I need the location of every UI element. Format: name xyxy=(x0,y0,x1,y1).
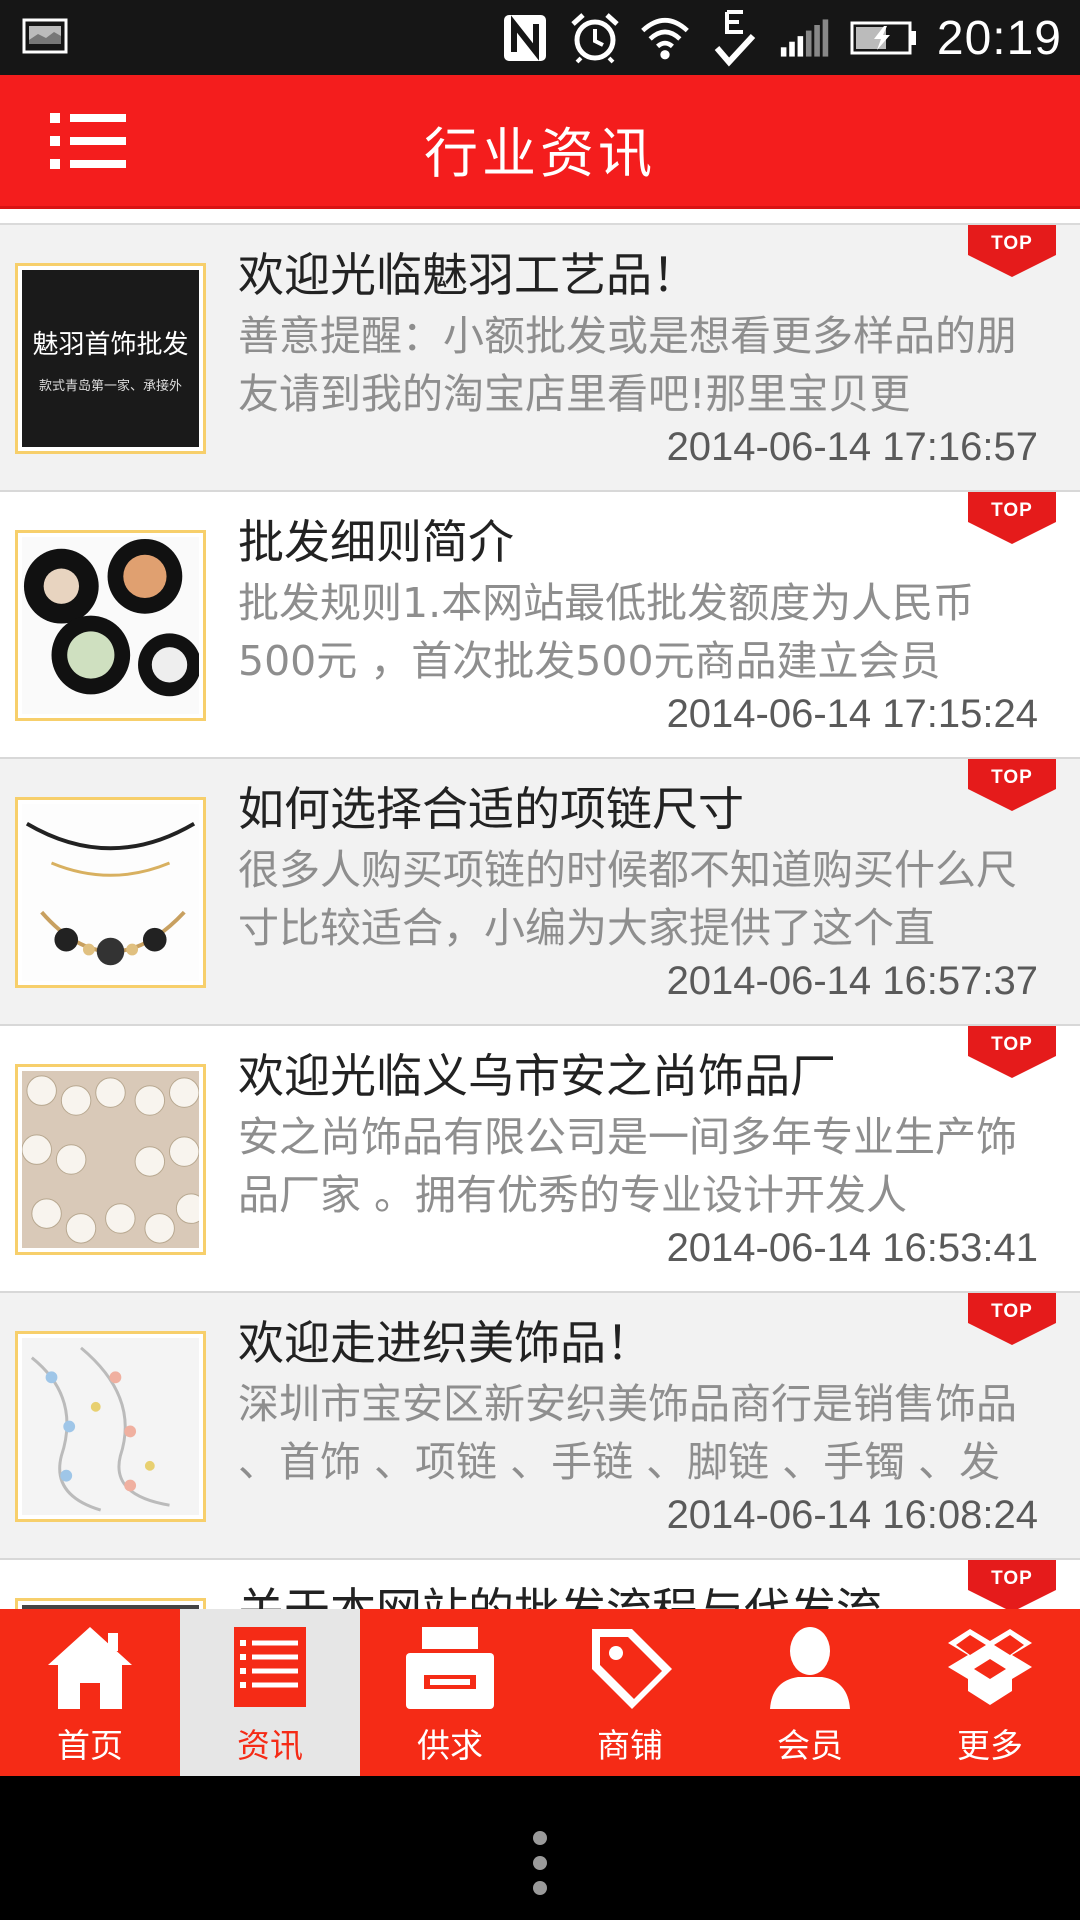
top-badge: TOP xyxy=(968,225,1056,277)
tab-supply[interactable]: 供求 xyxy=(360,1609,540,1776)
tab-label: 首页 xyxy=(57,1726,123,1765)
battery-charging-icon xyxy=(849,12,919,64)
tab-label: 供求 xyxy=(417,1726,483,1765)
news-item[interactable]: 批发细则简介 批发规则1.本网站最低批发额度为人民币500元 ，首次批发500元… xyxy=(0,492,1080,759)
news-title: 如何选择合适的项链尺寸 xyxy=(238,782,744,836)
tab-more[interactable]: 更多 xyxy=(900,1609,1080,1776)
thumb-caption: 魅羽首饰批发 xyxy=(32,329,189,360)
top-badge-label: TOP xyxy=(991,233,1033,254)
news-summary: 安之尚饰品有限公司是一间多年专业生产饰品厂家 。拥有优秀的专业设计开发人 xyxy=(238,1113,1017,1219)
boxes-icon xyxy=(944,1621,1036,1713)
status-bar: 20:19 xyxy=(0,0,1080,75)
news-title: 欢迎光临魅羽工艺品！ xyxy=(238,248,698,302)
top-badge-label: TOP xyxy=(991,1568,1033,1589)
printer-icon xyxy=(404,1621,496,1713)
news-item[interactable]: 如何选择合适的项链尺寸 很多人购买项链的时候都不知道购买什么尺寸比较适合，小编为… xyxy=(0,759,1080,1026)
tag-icon xyxy=(584,1621,676,1713)
status-time: 20:19 xyxy=(936,11,1062,65)
menu-dots-icon[interactable] xyxy=(530,1828,550,1898)
system-nav-bar xyxy=(0,1776,1080,1920)
thumb-subcaption: 款式青岛第一家、承接外 xyxy=(38,378,182,394)
tab-shops[interactable]: 商铺 xyxy=(540,1609,720,1776)
news-item[interactable]: 欢迎走进织美饰品！ 深圳市宝安区新安织美饰品商行是销售饰品 、首饰 、项链 、手… xyxy=(0,1293,1080,1560)
top-badge: TOP xyxy=(968,759,1056,811)
home-icon xyxy=(44,1621,136,1713)
top-badge-label: TOP xyxy=(991,1034,1033,1055)
top-badge: TOP xyxy=(968,1293,1056,1345)
news-date: 2014-06-14 16:08:24 xyxy=(666,1493,1038,1537)
news-summary: 很多人购买项链的时候都不知道购买什么尺寸比较适合，小编为大家提供了这个直 xyxy=(238,846,1017,952)
tab-label: 资讯 xyxy=(237,1726,303,1765)
top-badge-label: TOP xyxy=(991,767,1033,788)
top-badge: TOP xyxy=(968,1560,1056,1609)
top-badge: TOP xyxy=(968,492,1056,544)
news-summary: 深圳市宝安区新安织美饰品商行是销售饰品 、首饰 、项链 、手链 、脚链 、手镯 … xyxy=(238,1380,1017,1486)
page-title: 行业资讯 xyxy=(424,122,656,185)
news-title: 关于本网站的批发流程与代发流 xyxy=(238,1574,1040,1609)
app-bar: 行业资讯 xyxy=(0,75,1080,209)
news-title: 欢迎光临义乌市安之尚饰品厂 xyxy=(238,1049,836,1103)
wifi-icon xyxy=(639,12,691,64)
news-thumbnail xyxy=(15,530,206,721)
alarm-icon xyxy=(569,12,621,64)
top-badge-label: TOP xyxy=(991,500,1033,521)
news-date: 2014-06-14 17:15:24 xyxy=(666,692,1038,736)
edge-data-icon xyxy=(709,10,761,67)
news-thumbnail xyxy=(15,1598,206,1609)
tab-label: 会员 xyxy=(777,1726,843,1765)
news-item[interactable]: 欢迎光临义乌市安之尚饰品厂 安之尚饰品有限公司是一间多年专业生产饰品厂家 。拥有… xyxy=(0,1026,1080,1293)
top-badge: TOP xyxy=(968,1026,1056,1078)
user-icon xyxy=(764,1621,856,1713)
news-summary: 善意提醒：小额批发或是想看更多样品的朋友请到我的淘宝店里看吧!那里宝贝更 xyxy=(238,312,1017,418)
screenshot-icon xyxy=(22,18,68,58)
list-top-gap xyxy=(0,209,1080,225)
screen: 20:19 行业资讯 魅羽首饰批发 款式青岛第一家、承接外 欢迎光临魅羽工艺品！… xyxy=(0,0,1080,1920)
news-list-icon xyxy=(224,1621,316,1713)
news-thumbnail xyxy=(15,797,206,988)
news-summary: 批发规则1.本网站最低批发额度为人民币500元 ，首次批发500元商品建立会员 xyxy=(238,579,975,685)
tab-label: 更多 xyxy=(957,1726,1023,1765)
tab-label: 商铺 xyxy=(597,1726,663,1765)
news-thumbnail xyxy=(15,1064,206,1255)
news-thumbnail: 魅羽首饰批发 款式青岛第一家、承接外 xyxy=(15,263,206,454)
news-item[interactable]: 关于本网站的批发流程与代发流 TOP xyxy=(0,1560,1080,1609)
news-title: 欢迎走进织美饰品！ xyxy=(238,1316,652,1370)
nfc-icon xyxy=(499,12,551,64)
news-date: 2014-06-14 16:53:41 xyxy=(666,1226,1038,1270)
news-list: 魅羽首饰批发 款式青岛第一家、承接外 欢迎光临魅羽工艺品！ 善意提醒：小额批发或… xyxy=(0,209,1080,1609)
tab-members[interactable]: 会员 xyxy=(720,1609,900,1776)
top-badge-label: TOP xyxy=(991,1301,1033,1322)
bottom-tab-bar: 首页 资讯 供求 商铺 会员 更多 xyxy=(0,1609,1080,1776)
news-title: 批发细则简介 xyxy=(238,515,514,569)
tab-news[interactable]: 资讯 xyxy=(180,1609,360,1776)
signal-icon xyxy=(779,12,831,64)
news-item[interactable]: 魅羽首饰批发 款式青岛第一家、承接外 欢迎光临魅羽工艺品！ 善意提醒：小额批发或… xyxy=(0,225,1080,492)
tab-home[interactable]: 首页 xyxy=(0,1609,180,1776)
news-date: 2014-06-14 17:16:57 xyxy=(666,425,1038,469)
news-date: 2014-06-14 16:57:37 xyxy=(666,959,1038,1003)
news-thumbnail xyxy=(15,1331,206,1522)
